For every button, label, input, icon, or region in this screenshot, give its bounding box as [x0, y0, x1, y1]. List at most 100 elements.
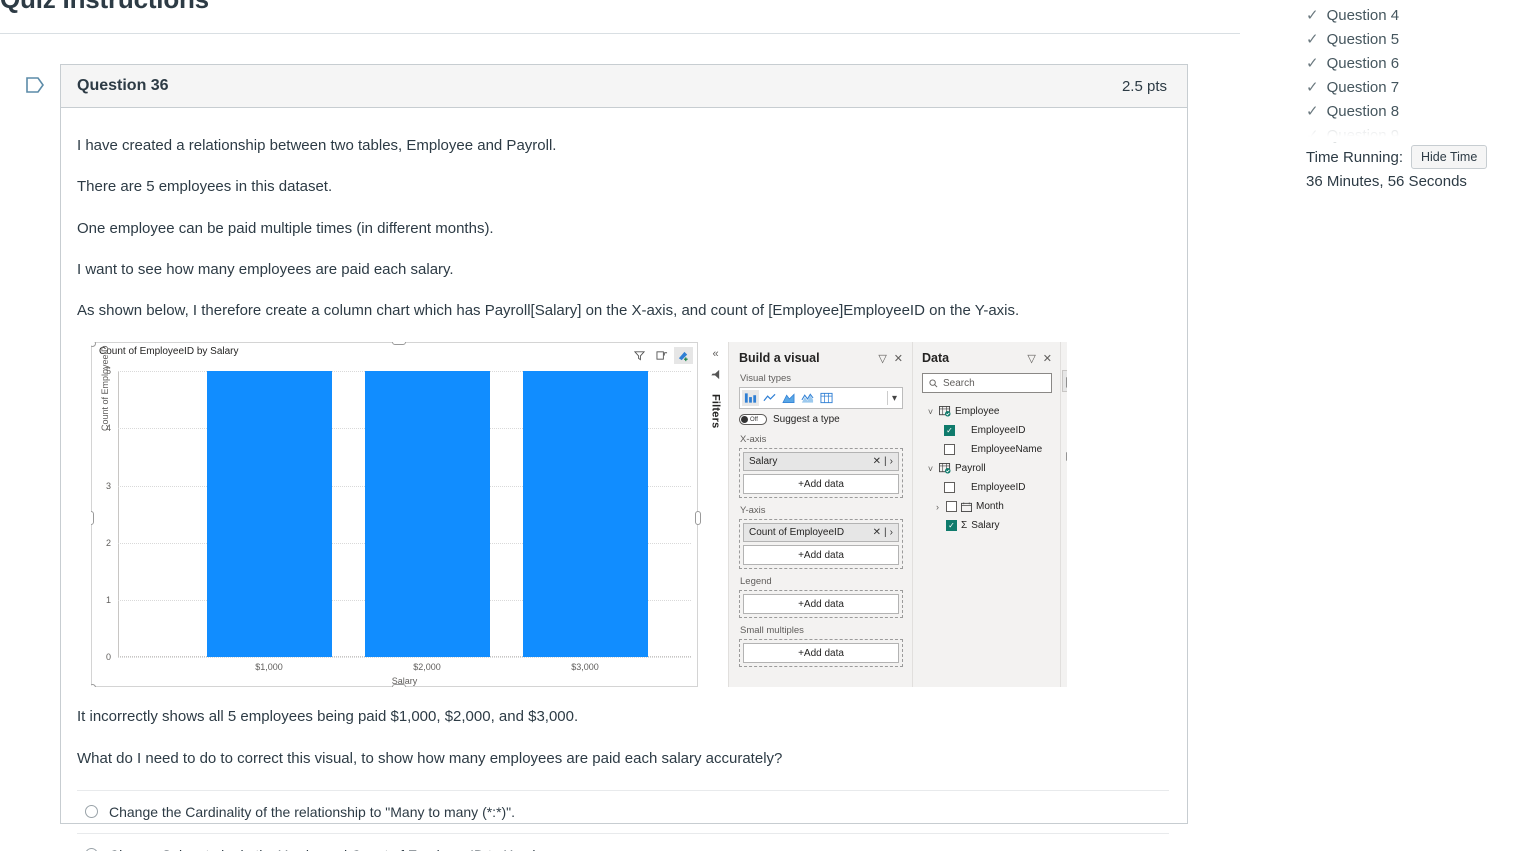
- tree-field-month[interactable]: › Month: [922, 497, 1052, 516]
- chart-bar[interactable]: [207, 371, 332, 657]
- combo-chart-icon[interactable]: [799, 390, 816, 406]
- y-tick-label: 5: [106, 366, 111, 376]
- data-panel-header: Data ▽ ✕: [922, 351, 1052, 365]
- tree-table-label: Employee: [955, 406, 999, 417]
- field-chip[interactable]: Count of EmployeeID ✕|›: [743, 523, 899, 542]
- chart-bar[interactable]: [523, 371, 648, 657]
- filter-icon[interactable]: [710, 367, 721, 385]
- line-chart-icon[interactable]: [761, 390, 778, 406]
- collapse-chevron-icon[interactable]: «: [712, 349, 718, 360]
- x-axis-well[interactable]: Salary ✕|› +Add data: [739, 448, 903, 498]
- answer-label: Change the Cardinality of the relationsh…: [109, 804, 515, 820]
- tree-table-employee[interactable]: ˅ Employee: [922, 402, 1052, 421]
- suggest-a-type-row[interactable]: Off Suggest a type: [739, 414, 903, 425]
- answer-option[interactable]: Change the Cardinality of the relationsh…: [77, 790, 1169, 833]
- question-paragraph: One employee can be paid multiple times …: [77, 219, 1169, 239]
- tree-measure-salary[interactable]: ✓ Σ Salary: [922, 516, 1052, 535]
- resize-handle[interactable]: [91, 684, 96, 687]
- chevron-down-icon[interactable]: ▽: [1027, 352, 1035, 365]
- bookmarks-icon[interactable]: [1062, 420, 1068, 442]
- table-icon[interactable]: [818, 390, 835, 406]
- filter-icon[interactable]: [630, 347, 649, 364]
- chevron-down-icon[interactable]: ˅: [926, 464, 935, 474]
- y-tick-label: 0: [106, 652, 111, 662]
- resize-handle[interactable]: [91, 511, 94, 525]
- tree-field-employeeid[interactable]: ✓ EmployeeID: [922, 421, 1052, 440]
- format-icon[interactable]: [1062, 395, 1068, 417]
- sidebar-question-label: Question 8: [1327, 103, 1400, 120]
- focus-mode-icon[interactable]: [652, 347, 671, 364]
- checkbox-checked[interactable]: ✓: [946, 520, 957, 531]
- data-icon[interactable]: [1062, 345, 1068, 367]
- calendar-icon: [961, 502, 972, 512]
- sidebar-question-5[interactable]: ✓ Question 5: [1306, 27, 1515, 51]
- checkbox-unchecked[interactable]: [944, 482, 955, 493]
- tree-field-payroll-employeeid[interactable]: EmployeeID: [922, 478, 1052, 497]
- column-chart-icon[interactable]: [742, 390, 759, 406]
- small-multiples-well[interactable]: +Add data: [739, 639, 903, 667]
- check-icon: ✓: [1306, 54, 1319, 72]
- close-icon[interactable]: ✕: [1043, 352, 1052, 365]
- search-placeholder: Search: [943, 378, 975, 389]
- tree-field-label: EmployeeID: [971, 482, 1025, 493]
- question-paragraph: I want to see how many employees are pai…: [77, 260, 1169, 280]
- chevron-down-icon[interactable]: ▾: [892, 393, 900, 404]
- chart-bar[interactable]: [365, 371, 490, 657]
- chevron-right-icon[interactable]: ›: [890, 456, 893, 467]
- answer-option[interactable]: Change Salary to be in the Y-axis, and C…: [77, 833, 1169, 851]
- chevron-right-icon[interactable]: ›: [890, 527, 893, 538]
- filters-label: Filters: [710, 394, 722, 428]
- remove-field-icon[interactable]: ✕: [873, 456, 881, 467]
- question-paragraph: I have created a relationship between tw…: [77, 136, 1169, 156]
- resize-handle[interactable]: [392, 342, 406, 345]
- sidebar-question-label: Question 4: [1327, 7, 1400, 24]
- selection-icon[interactable]: [1062, 445, 1068, 467]
- checkbox-unchecked[interactable]: [946, 501, 957, 512]
- tree-table-payroll[interactable]: ˅ Payroll: [922, 459, 1052, 478]
- remove-field-icon[interactable]: ✕: [873, 527, 881, 538]
- legend-well[interactable]: +Add data: [739, 590, 903, 618]
- check-icon: ✓: [1306, 6, 1319, 24]
- sidebar-question-7[interactable]: ✓ Question 7: [1306, 75, 1515, 99]
- hide-time-button[interactable]: Hide Time: [1411, 145, 1487, 169]
- build-panel-header: Build a visual ▽ ✕: [739, 351, 903, 365]
- add-icon[interactable]: [1062, 470, 1068, 492]
- filters-rail[interactable]: « Filters: [703, 342, 729, 687]
- question-points: 2.5 pts: [1122, 78, 1167, 95]
- checkbox-checked[interactable]: ✓: [944, 425, 955, 436]
- sidebar-question-4[interactable]: ✓ Question 4: [1306, 3, 1515, 27]
- page-title: Quiz Instructions: [0, 0, 209, 15]
- visualizations-icon[interactable]: [1062, 370, 1068, 392]
- resize-handle[interactable]: [91, 342, 96, 347]
- chart-title: Count of EmployeeID by Salary: [99, 346, 239, 357]
- tree-field-employeename[interactable]: EmployeeName: [922, 440, 1052, 459]
- add-data-button[interactable]: +Add data: [743, 594, 899, 614]
- y-axis-well[interactable]: Count of EmployeeID ✕|› +Add data: [739, 519, 903, 569]
- add-data-button[interactable]: +Add data: [743, 474, 899, 494]
- chevron-down-icon[interactable]: ▽: [878, 352, 886, 365]
- radio-button[interactable]: [85, 805, 98, 818]
- resize-handle[interactable]: [695, 511, 701, 525]
- close-icon[interactable]: ✕: [894, 352, 903, 365]
- field-chip-label: Count of EmployeeID: [749, 527, 873, 538]
- add-data-button[interactable]: +Add data: [743, 643, 899, 663]
- suggest-type-toggle[interactable]: Off: [739, 414, 767, 425]
- field-chip[interactable]: Salary ✕|›: [743, 452, 899, 471]
- search-input[interactable]: Search: [922, 373, 1052, 393]
- analyze-icon[interactable]: [674, 347, 693, 364]
- flag-icon[interactable]: [26, 76, 44, 94]
- tree-field-label: EmployeeID: [971, 425, 1025, 436]
- legend-well-label: Legend: [740, 576, 903, 587]
- sigma-icon: Σ: [961, 520, 967, 531]
- question-header: Question 36 2.5 pts: [61, 65, 1187, 108]
- area-chart-icon[interactable]: [780, 390, 797, 406]
- question-number: Question 36: [77, 77, 169, 95]
- chevron-right-icon[interactable]: ›: [933, 502, 942, 512]
- tree-table-label: Payroll: [955, 463, 986, 474]
- x-axis-well-label: X-axis: [740, 434, 903, 445]
- tree-field-label: Month: [976, 501, 1004, 512]
- sidebar-question-6[interactable]: ✓ Question 6: [1306, 51, 1515, 75]
- checkbox-unchecked[interactable]: [944, 444, 955, 455]
- chevron-down-icon[interactable]: ˅: [926, 407, 935, 417]
- add-data-button[interactable]: +Add data: [743, 545, 899, 565]
